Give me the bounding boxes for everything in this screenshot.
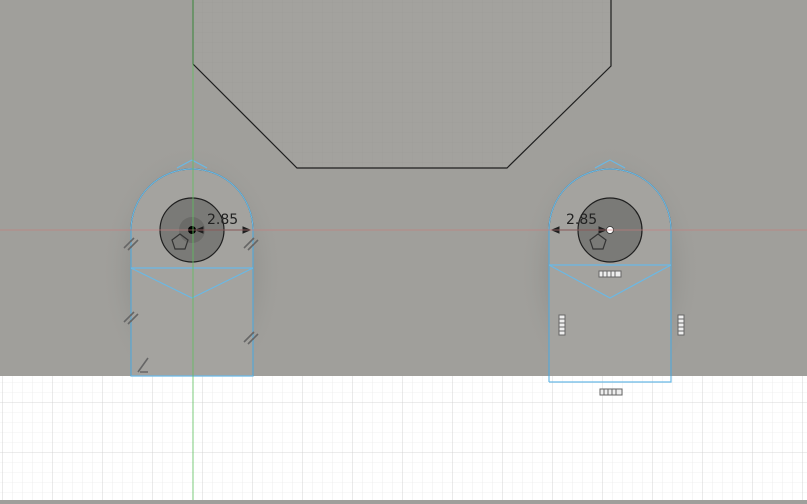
design-canvas[interactable]: 2.85 2.85 <box>0 0 807 500</box>
left-dimension-label[interactable]: 2.85 <box>207 212 238 228</box>
right-dimension-label[interactable]: 2.85 <box>566 212 597 228</box>
ground-grid <box>0 376 807 500</box>
left-tab[interactable]: 2.85 <box>123 159 259 377</box>
